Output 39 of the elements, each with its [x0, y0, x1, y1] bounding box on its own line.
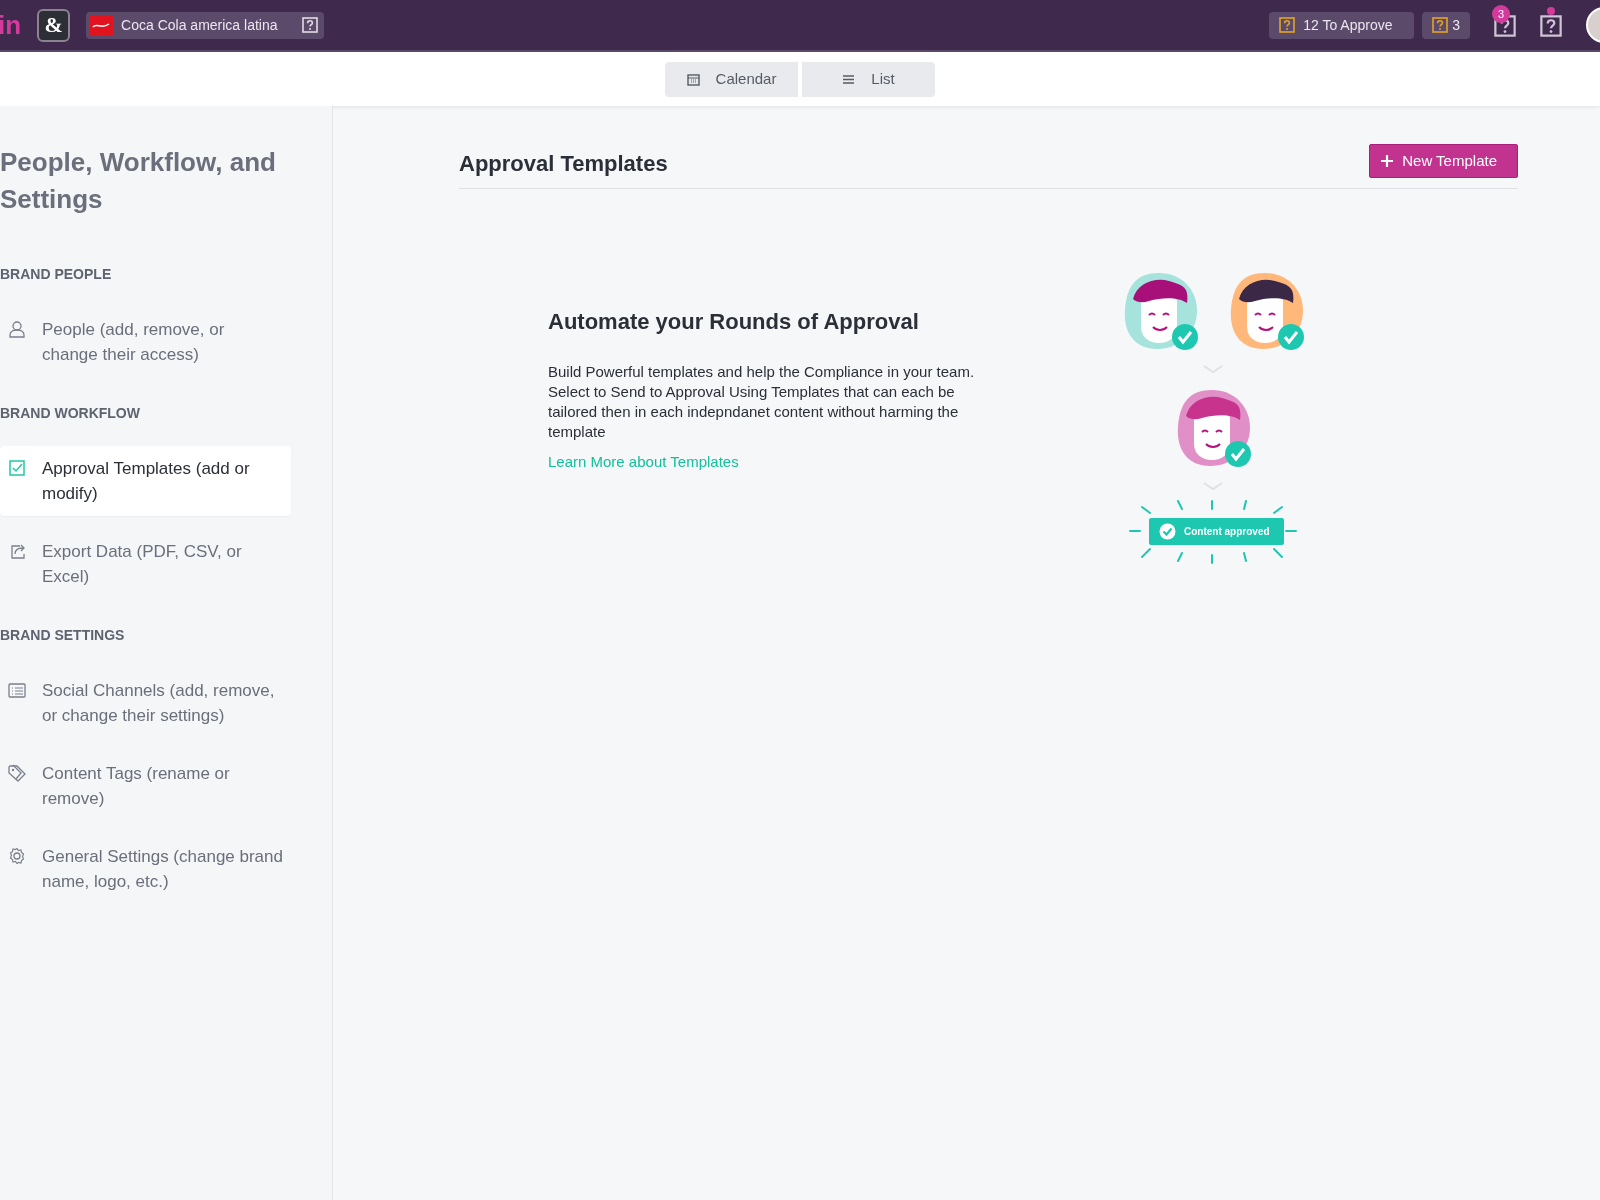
help-icon: [1432, 17, 1449, 33]
new-template-button[interactable]: New Template: [1369, 144, 1518, 178]
sidebar-item[interactable]: People (add, remove, or change their access): [0, 307, 291, 377]
description: Build Powerful templates and help the Compliance in your team. Select to Send to Approval Using Templates that can each be tailored then in each indepndanet content without harming the template: [548, 362, 976, 442]
settings-icon: [8, 847, 26, 865]
notification-badge: 3: [1492, 5, 1510, 23]
sidebar-item[interactable]: Export Data (PDF, CSV, or Excel): [0, 529, 291, 599]
sidebar-item[interactable]: Approval Templates (add or modify): [0, 446, 291, 516]
list-icon: [842, 72, 856, 86]
sidebar-item[interactable]: General Settings (change brand name, logo, etc.): [0, 834, 291, 904]
calendar-icon: [686, 72, 700, 86]
list-icon: [8, 681, 26, 699]
tag-icon: [8, 764, 26, 782]
plus-icon: [1380, 154, 1395, 168]
sidebar-title: People, Workflow, and Settings: [0, 146, 277, 216]
approve-button[interactable]: 12 To Approve: [1269, 11, 1415, 39]
page-title: Approval Templates: [459, 150, 668, 178]
view-tab[interactable]: Calendar: [665, 61, 798, 97]
section-heading: BRAND PEOPLE: [0, 265, 113, 284]
section-heading: BRAND WORKFLOW: [0, 404, 141, 423]
headline: Automate your Rounds of Approval: [548, 308, 920, 336]
approved-badge: Content approved: [1149, 518, 1284, 545]
sidebar-item[interactable]: Social Channels (add, remove, or change their settings): [0, 668, 291, 738]
checkbox-icon: [8, 459, 26, 477]
brand-name: Coca Cola america latina: [121, 15, 279, 35]
app-logo[interactable]: in: [0, 5, 22, 45]
sidebar-item[interactable]: Content Tags (rename or remove): [0, 751, 291, 821]
brand-selector[interactable]: Coca Cola america latina: [86, 11, 325, 39]
help-icon: [1279, 17, 1296, 33]
help-icon[interactable]: [1540, 14, 1562, 37]
share-icon: [8, 542, 26, 560]
count-button[interactable]: 3: [1422, 11, 1470, 39]
section-heading: BRAND SETTINGS: [0, 626, 126, 645]
workspace-logo[interactable]: &: [37, 8, 71, 42]
view-tab[interactable]: List: [802, 61, 935, 97]
check-circle-icon: [1159, 523, 1176, 540]
help-icon: [302, 17, 319, 33]
brand-logo-icon: [89, 14, 114, 36]
person-icon: [8, 320, 26, 338]
